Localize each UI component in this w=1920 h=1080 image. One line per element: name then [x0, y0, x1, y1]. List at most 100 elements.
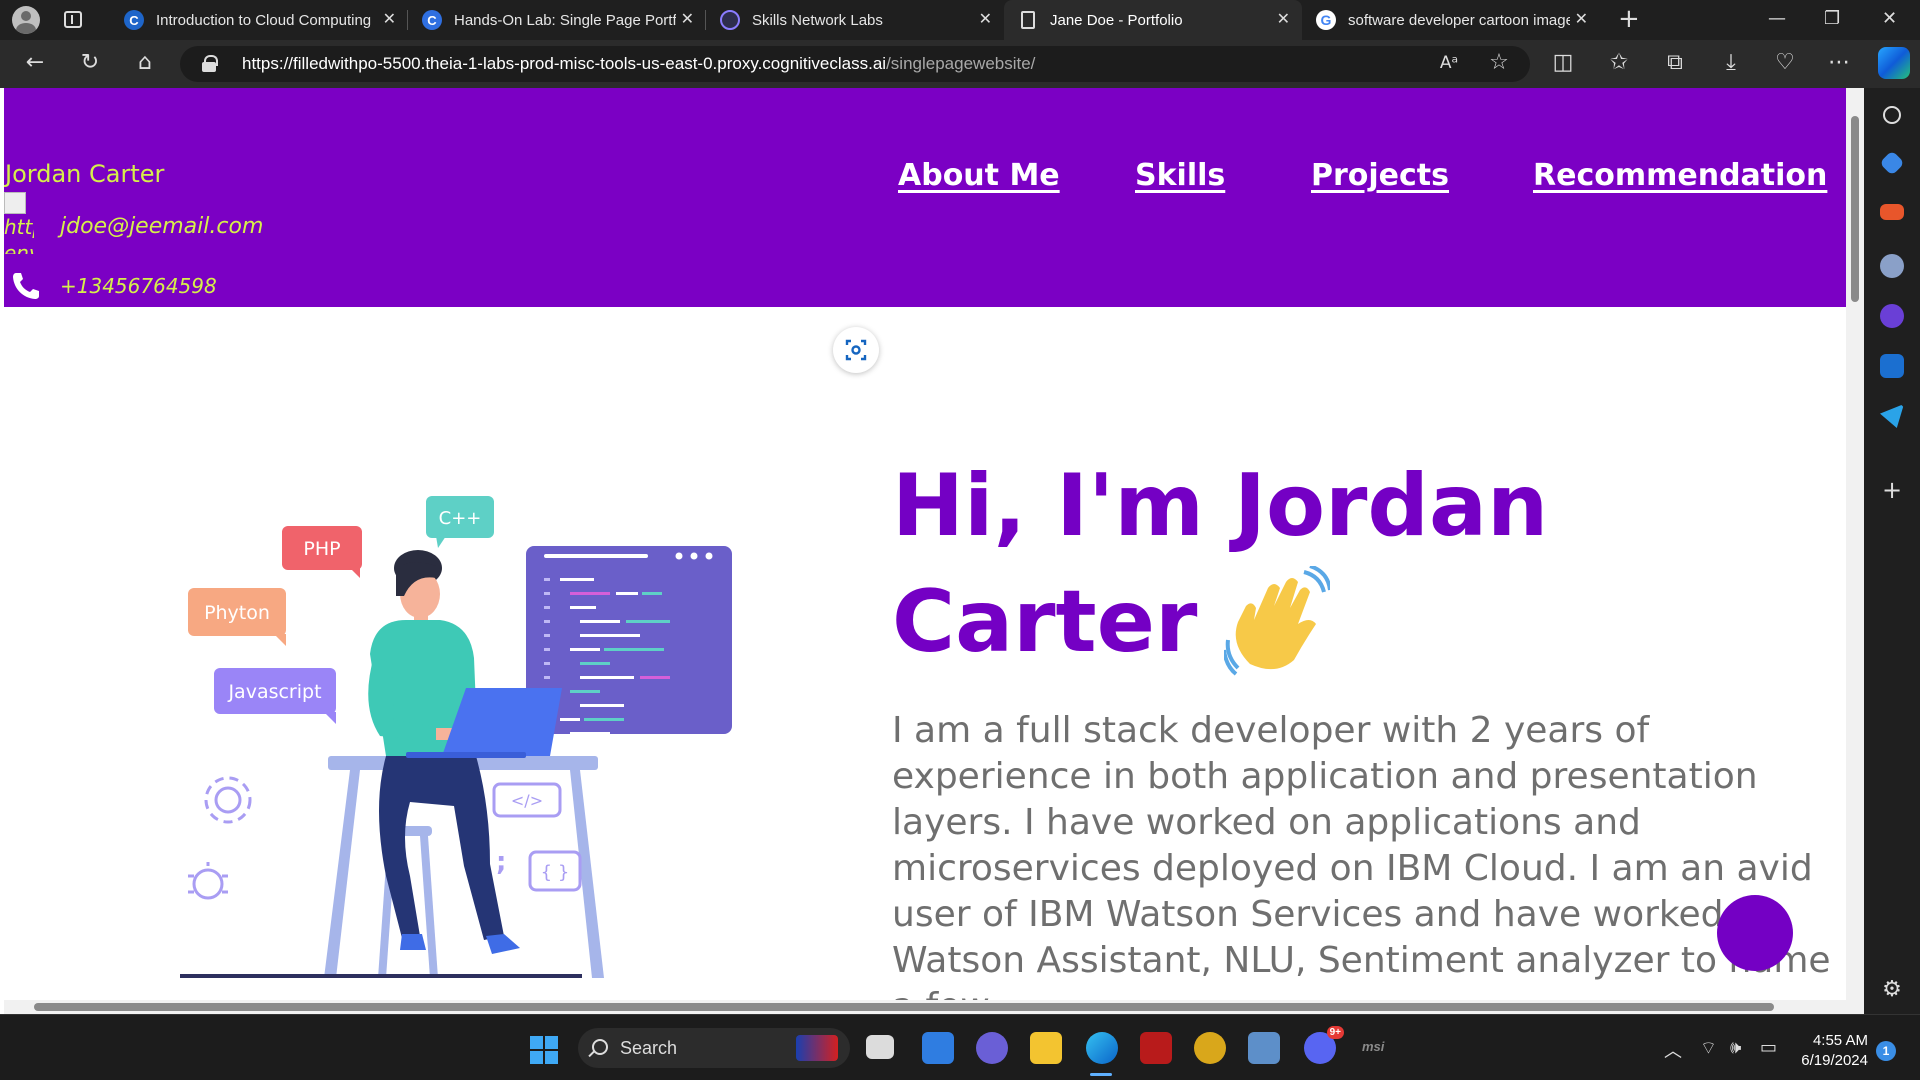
downloads-icon[interactable]: ⤓: [1716, 50, 1746, 76]
site-header: Jordan Carter http env jdoe@jeemail.com …: [4, 88, 1846, 307]
lock-icon[interactable]: [202, 55, 218, 72]
nav-link-skills[interactable]: Skills: [1135, 158, 1225, 193]
msi-dragon-icon[interactable]: [1140, 1032, 1172, 1064]
tab-actions-icon[interactable]: [64, 11, 82, 28]
braces-text: { }: [541, 862, 570, 883]
task-view-icon[interactable]: [866, 1035, 894, 1059]
coursera-icon: C: [422, 10, 442, 30]
floor-line: [180, 974, 582, 978]
browser-toolbar: ← ↻ ⌂ https://filledwithpo-5500.theia-1-…: [0, 40, 1920, 88]
close-window-icon[interactable]: ✕: [1882, 8, 1897, 29]
broken-image-icon: [4, 192, 26, 214]
phone-icon: [13, 273, 39, 299]
split-screen-icon[interactable]: ◫: [1548, 50, 1578, 76]
taskbar-search-label: Search: [620, 1037, 678, 1058]
favorite-star-icon[interactable]: ☆: [1484, 50, 1514, 76]
braces-icon: { }: [528, 850, 582, 892]
nav-link-recommendation[interactable]: Recommendation: [1533, 158, 1827, 193]
tab-hands-on-lab[interactable]: C Hands-On Lab: Single Page Portfolio ✕: [408, 0, 706, 40]
gear-icon: [204, 776, 252, 824]
wifi-icon[interactable]: ⌔: [1700, 1037, 1717, 1060]
volume-icon[interactable]: 🕪: [1730, 1037, 1741, 1058]
teams-icon[interactable]: [976, 1032, 1008, 1064]
notification-badge[interactable]: 1: [1876, 1041, 1896, 1061]
nav-link-projects[interactable]: Projects: [1311, 158, 1449, 193]
close-icon[interactable]: ✕: [383, 10, 396, 30]
bubble-php: PHP: [282, 526, 362, 578]
refresh-icon[interactable]: ↻: [75, 50, 105, 76]
show-hidden-icons[interactable]: ︿: [1664, 1037, 1682, 1063]
add-icon[interactable]: +: [1880, 478, 1904, 502]
file-explorer-icon[interactable]: [1030, 1032, 1062, 1064]
contact-email[interactable]: jdoe@jeemail.com: [60, 214, 263, 239]
vertical-scrollbar[interactable]: [1846, 88, 1864, 1014]
bubble-php-label: PHP: [303, 538, 340, 560]
settings-gear-icon[interactable]: ⚙: [1880, 978, 1904, 1002]
bubble-javascript-label: Javascript: [227, 681, 321, 703]
restore-icon[interactable]: ❐: [1824, 8, 1840, 29]
widgets-icon[interactable]: [922, 1032, 954, 1064]
more-menu-icon[interactable]: ⋯: [1824, 50, 1854, 76]
search-icon[interactable]: [1883, 106, 1901, 124]
coursera-icon: C: [124, 10, 144, 30]
browser-essentials-icon[interactable]: ♡: [1770, 50, 1800, 76]
search-icon: [592, 1039, 608, 1055]
page-viewport: Jordan Carter http env jdoe@jeemail.com …: [4, 88, 1846, 1014]
horizontal-scrollbar[interactable]: [4, 1000, 1846, 1014]
tab-intro-cloud[interactable]: C Introduction to Cloud Computing ✕: [110, 0, 408, 40]
monitor-app-icon[interactable]: [1248, 1032, 1280, 1064]
floating-action-button[interactable]: [1717, 895, 1793, 971]
address-bar[interactable]: https://filledwithpo-5500.theia-1-labs-p…: [180, 46, 1530, 82]
tools-icon[interactable]: [1880, 204, 1904, 220]
edge-browser-icon[interactable]: [1086, 1032, 1118, 1064]
nav-link-about-me[interactable]: About Me: [898, 158, 1060, 193]
bubble-javascript: Javascript: [214, 668, 336, 724]
wow-game-icon[interactable]: [1194, 1032, 1226, 1064]
start-button[interactable]: [530, 1036, 558, 1064]
read-aloud-icon[interactable]: Aᵃ: [1434, 50, 1464, 76]
close-icon[interactable]: ✕: [1575, 10, 1588, 30]
horizontal-scroll-thumb[interactable]: [34, 1003, 1774, 1011]
games-icon[interactable]: [1880, 254, 1904, 278]
close-icon[interactable]: ✕: [1277, 10, 1290, 30]
bug-icon: [188, 862, 228, 900]
semicolon-text: ;: [496, 847, 506, 877]
msi-label[interactable]: msi: [1362, 1039, 1384, 1054]
broken-image-alt-text: http env: [4, 215, 34, 254]
collections-icon[interactable]: ⧉: [1660, 50, 1690, 76]
system-clock[interactable]: 4:55 AM 6/19/2024: [1788, 1031, 1868, 1071]
send-icon[interactable]: [1880, 404, 1904, 428]
home-icon[interactable]: ⌂: [130, 50, 160, 76]
bubble-python: Phyton: [188, 588, 286, 646]
minimize-icon[interactable]: —: [1768, 8, 1786, 29]
m365-icon[interactable]: [1880, 304, 1904, 328]
new-tab-button[interactable]: +: [1618, 6, 1640, 32]
clock-date: 6/19/2024: [1801, 1052, 1868, 1069]
copilot-icon[interactable]: [1878, 47, 1910, 79]
discord-badge: 9+: [1326, 1026, 1344, 1039]
windows-taskbar: Search 9+ msi ︿ ⌔ 🕪 ▭ 4:55 AM 6/19/2024 …: [0, 1014, 1920, 1080]
code-tag-text: </>: [511, 791, 543, 810]
developer-illustration: C++ PHP Phyton Javascript </> ; {}: [180, 496, 732, 978]
google-icon: G: [1316, 10, 1336, 30]
site-owner-name: Jordan Carter: [5, 160, 165, 188]
url-path: /singlepagewebsite/: [886, 54, 1036, 73]
discord-icon[interactable]: 9+: [1304, 1026, 1344, 1064]
favorites-icon[interactable]: ✩: [1604, 50, 1634, 76]
tab-skills-network[interactable]: Skills Network Labs ✕: [706, 0, 1004, 40]
taskbar-search[interactable]: Search: [578, 1028, 850, 1068]
broken-profile-image: http env: [4, 192, 34, 254]
tab-portfolio[interactable]: Jane Doe - Portfolio ✕: [1004, 0, 1302, 40]
contact-phone[interactable]: +13456764598: [60, 274, 217, 298]
tab-google-search[interactable]: G software developer cartoon image ✕: [1302, 0, 1600, 40]
close-icon[interactable]: ✕: [979, 10, 992, 30]
close-icon[interactable]: ✕: [681, 10, 694, 30]
visual-search-button[interactable]: [833, 327, 879, 373]
bubble-python-label: Phyton: [204, 602, 270, 624]
shopping-tag-icon[interactable]: [1879, 150, 1905, 176]
profile-avatar-icon[interactable]: [12, 6, 40, 34]
outlook-icon[interactable]: [1880, 354, 1904, 378]
back-icon[interactable]: ←: [20, 50, 50, 76]
vertical-scroll-thumb[interactable]: [1851, 116, 1859, 302]
battery-icon[interactable]: ▭: [1760, 1037, 1777, 1058]
